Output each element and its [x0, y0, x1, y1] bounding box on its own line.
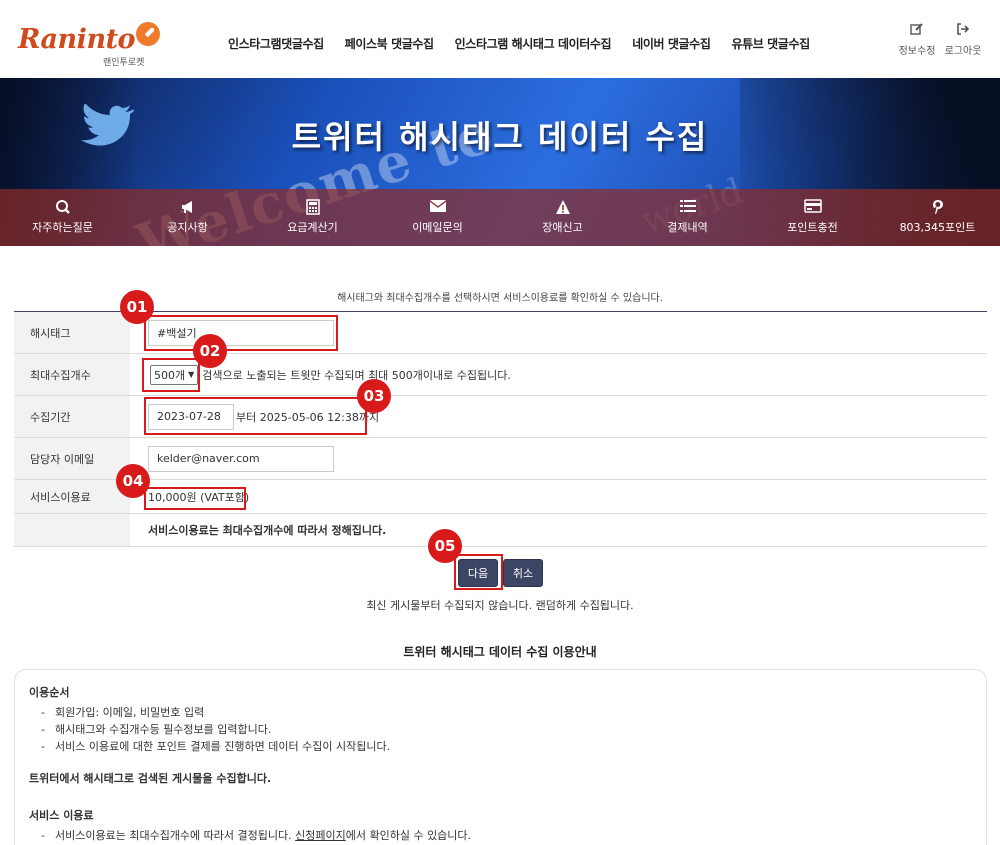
quick-notice-label: 공지사항 [167, 221, 208, 234]
guide-fee-text-end: 에서 확인하실 수 있습니다. [345, 829, 472, 842]
quick-email-label: 이메일문의 [412, 221, 463, 234]
step-badge-01: 01 [120, 290, 154, 324]
nav-instagram-comments[interactable]: 인스타그램댓글수집 [228, 35, 324, 52]
rocket-icon [136, 22, 160, 46]
logo[interactable]: Raninto 랜인투로켓 [18, 20, 160, 68]
quick-payments-label: 결제내역 [667, 221, 708, 234]
apply-page-link[interactable]: 신청페이지 [295, 829, 346, 842]
logout-label: 로그아웃 [944, 46, 982, 57]
edit-profile-button[interactable]: 정보수정 [894, 22, 940, 57]
edit-profile-label: 정보수정 [898, 46, 936, 57]
guide-step: 회원가입: 이메일, 비밀번호 입력 [29, 704, 972, 721]
quick-report-label: 장애신고 [542, 221, 583, 234]
steps-heading: 이용순서 [29, 686, 70, 699]
edit-icon [894, 22, 940, 38]
max-count-note: 검색으로 노출되는 트윗만 수집되며 최대 500개이내로 수집됩니다. [202, 368, 511, 382]
logo-subtitle: 랜인투로켓 [103, 58, 145, 68]
nav-facebook-comments[interactable]: 페이스북 댓글수집 [345, 35, 434, 52]
header-actions: 정보수정 로그아웃 [894, 22, 986, 57]
quick-payments[interactable]: 결제내역 [625, 189, 750, 246]
hero-banner: Welcome to world 트위터 해시태그 데이터 수집 자주하는질문 … [0, 78, 1000, 246]
hashtag-label: 해시태그 [14, 312, 130, 353]
quick-faq[interactable]: 자주하는질문 [0, 189, 125, 246]
page-title: 트위터 해시태그 데이터 수집 [291, 118, 709, 156]
warning-icon [500, 199, 625, 215]
fee-label: 서비스이용료 [14, 480, 130, 513]
quick-report[interactable]: 장애신고 [500, 189, 625, 246]
email-label: 담당자 이메일 [14, 438, 130, 479]
guide-step: 해시태그와 수집개수등 필수정보를 입력합니다. [29, 721, 972, 738]
step-badge-03: 03 [357, 379, 391, 413]
guide-fee-text: 서비스이용료는 최대수집개수에 따라서 결정됩니다. [55, 829, 296, 842]
collection-note: 최신 게시물부터 수집되지 않습니다. 랜덤하게 수집됩니다. [366, 599, 634, 612]
step-badge-05: 05 [428, 529, 462, 563]
mail-icon [375, 199, 500, 215]
step-badge-04: 04 [116, 464, 150, 498]
main-nav: 인스타그램댓글수집 페이스북 댓글수집 인스타그램 해시태그 데이터수집 네이버… [228, 35, 831, 52]
guide-title: 트위터 해시태그 데이터 수집 이용안내 [403, 645, 597, 659]
form-row-email: 담당자 이메일 kelder@naver.com [14, 438, 987, 480]
max-count-label: 최대수집개수 [14, 354, 130, 395]
nav-naver-comments[interactable]: 네이버 댓글수집 [632, 35, 711, 52]
highlight-fee [144, 487, 246, 510]
email-input[interactable]: kelder@naver.com [148, 445, 334, 472]
period-label: 수집기간 [14, 396, 130, 437]
calculator-icon [250, 199, 375, 215]
form-actions: 다음 취소 [458, 559, 543, 587]
quick-calculator-label: 요금계산기 [287, 221, 338, 234]
quick-email[interactable]: 이메일문의 [375, 189, 500, 246]
guide-step: 서비스 이용료에 대한 포인트 결제를 진행하면 데이터 수집이 시작됩니다. [29, 738, 972, 755]
megaphone-icon [125, 199, 250, 215]
quick-charge-label: 포인트충전 [787, 221, 838, 234]
nav-instagram-hashtag[interactable]: 인스타그램 해시태그 데이터수집 [455, 35, 612, 52]
fee-heading: 서비스 이용료 [29, 809, 94, 822]
quick-notice[interactable]: 공지사항 [125, 189, 250, 246]
quick-menu-bar: 자주하는질문 공지사항 요금계산기 이메일문의 장애신고 결제내역 포인트충전 [0, 189, 1000, 246]
quick-points[interactable]: 803,345포인트 [875, 189, 1000, 246]
next-button[interactable]: 다음 [458, 559, 498, 587]
form-row-fee-note: 서비스이용료는 최대수집개수에 따라서 정해집니다. [14, 514, 987, 547]
guide-summary: 트위터에서 해시태그로 검색된 게시물을 수집합니다. [29, 772, 272, 785]
highlight-hashtag [144, 315, 338, 351]
guide-box: 이용순서 회원가입: 이메일, 비밀번호 입력 해시태그와 수집개수등 필수정보… [14, 669, 987, 845]
quick-calculator[interactable]: 요금계산기 [250, 189, 375, 246]
card-icon [750, 199, 875, 215]
logout-button[interactable]: 로그아웃 [940, 22, 986, 57]
guide-fee-line: 서비스이용료는 최대수집개수에 따라서 결정됩니다. 신청페이지에서 확인하실 … [29, 827, 972, 844]
highlight-max-count [142, 358, 200, 392]
nav-youtube-comments[interactable]: 유튜브 댓글수집 [731, 35, 810, 52]
pinterest-icon [875, 199, 1000, 215]
quick-charge-points[interactable]: 포인트충전 [750, 189, 875, 246]
site-header: Raninto 랜인투로켓 인스타그램댓글수집 페이스북 댓글수집 인스타그램 … [0, 0, 1000, 78]
logo-text: Raninto [18, 24, 136, 55]
step-badge-02: 02 [193, 334, 227, 368]
fee-note: 서비스이용료는 최대수집개수에 따라서 정해집니다. [148, 524, 387, 537]
highlight-period [144, 397, 367, 435]
cancel-button[interactable]: 취소 [503, 559, 543, 587]
search-icon [0, 199, 125, 215]
quick-faq-label: 자주하는질문 [32, 221, 93, 234]
points-balance: 803,345포인트 [899, 221, 976, 234]
logout-icon [940, 22, 986, 38]
list-icon [625, 199, 750, 215]
